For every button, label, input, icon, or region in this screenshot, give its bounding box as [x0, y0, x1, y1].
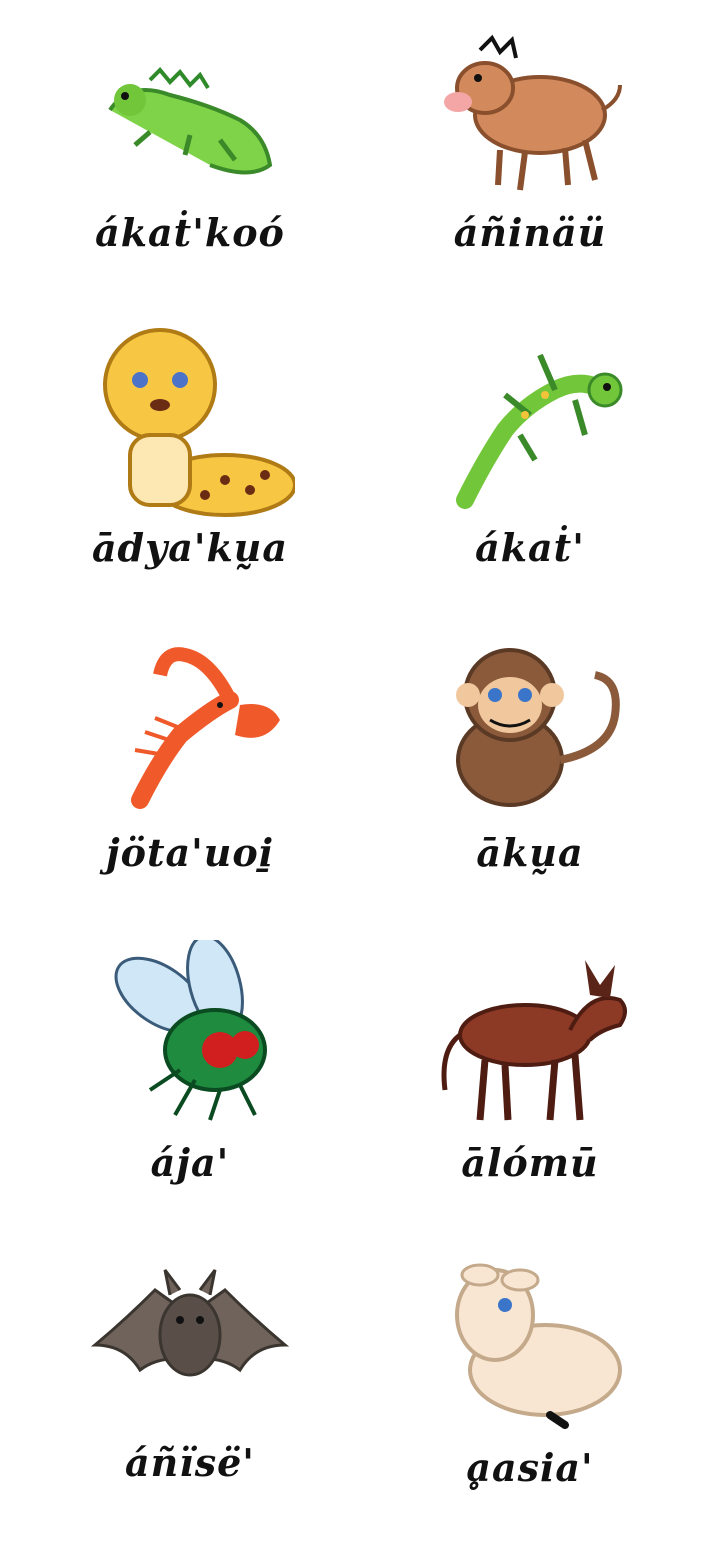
bat-icon	[90, 1269, 290, 1377]
animal-label: ákaṫ'koó	[95, 210, 285, 255]
animal-label: ḁasia'	[466, 1445, 594, 1490]
card-crayfish[interactable]: jöta'uoi̱	[20, 630, 360, 930]
fly-icon	[114, 940, 267, 1121]
animal-label: ālómū	[461, 1140, 599, 1185]
crayfish-icon	[131, 647, 280, 809]
card-lamb[interactable]: ḁasia'	[360, 1240, 700, 1540]
warthog-icon	[444, 34, 622, 191]
animal-label: áñinäü	[453, 210, 607, 255]
card-donkey[interactable]: ālómū	[360, 940, 700, 1240]
card-warthog[interactable]: áñinäü	[360, 20, 700, 320]
donkey-icon	[441, 960, 627, 1121]
card-monkey[interactable]: ākṵa	[360, 630, 700, 930]
animal-label: jöta'uoi̱	[105, 830, 275, 875]
card-bat[interactable]: áñïsë'	[20, 1240, 360, 1540]
card-cheetah[interactable]: ādya'kṵa	[20, 320, 360, 620]
animal-grid: ákaṫ'koó áñinäü ādya'kṵa ákaṫ' jöta'uoi̱…	[0, 0, 720, 1542]
animal-label: ája'	[150, 1140, 230, 1185]
animal-label: ákaṫ'	[475, 525, 585, 570]
card-iguana[interactable]: ákaṫ'koó	[20, 20, 360, 320]
card-gecko[interactable]: ákaṫ'	[360, 320, 700, 620]
iguana-icon	[108, 67, 273, 175]
card-fly[interactable]: ája'	[20, 940, 360, 1240]
animal-label: ākṵa	[476, 830, 584, 875]
gecko-icon	[456, 353, 623, 509]
cheetah-icon	[103, 328, 295, 517]
monkey-icon	[456, 648, 620, 807]
animal-label: ādya'kṵa	[91, 525, 289, 570]
lamb-icon	[455, 1263, 622, 1429]
animal-label: áñïsë'	[125, 1440, 255, 1485]
